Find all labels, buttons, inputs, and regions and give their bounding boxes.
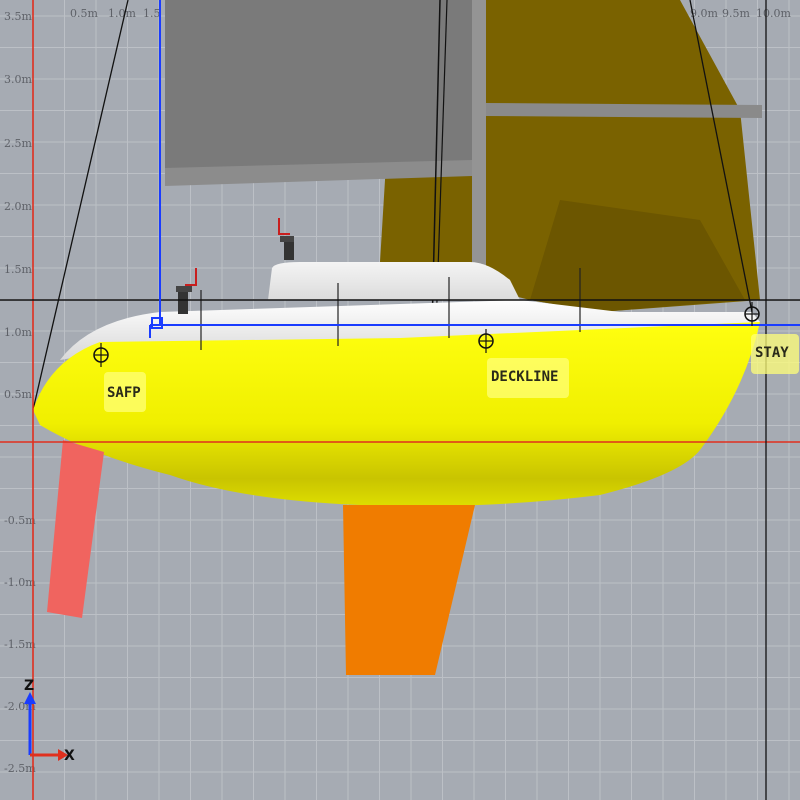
scene-canvas[interactable]: 0.5m 1.0m 1.5 9.0m 9.5m 10.0m 3.5m 3.0m … [0,0,800,800]
x-label: 0.5m [70,7,98,20]
mast[interactable] [472,0,486,268]
3d-viewport[interactable]: 0.5m 1.0m 1.5 9.0m 9.5m 10.0m 3.5m 3.0m … [0,0,800,800]
z-label: -1.0m [4,576,36,589]
z-label: 0.5m [4,388,32,401]
keel[interactable] [343,505,475,675]
x-axis-label: X [64,748,75,764]
winch-icon[interactable] [278,218,294,260]
safp-label: SAFP [107,385,141,401]
boom[interactable] [485,103,762,118]
z-axis-labels: 3.5m 3.0m 2.5m 2.0m 1.5m 1.0m 0.5m -0.5m… [4,10,36,775]
z-label: 3.0m [4,73,32,86]
z-label: 3.5m [4,10,32,23]
z-label: -1.5m [4,638,36,651]
x-label: 1.0m [108,7,136,20]
z-label: 2.0m [4,200,32,213]
z-label: 1.0m [4,326,32,339]
axis-gizmo: Z X [24,678,75,764]
rudder[interactable] [47,440,104,618]
deckline-label: DECKLINE [491,369,558,385]
z-label: -2.5m [4,762,36,775]
z-label: 1.5m [4,263,32,276]
hull[interactable] [33,322,760,507]
winch-icon[interactable] [176,268,197,314]
z-label: -0.5m [4,514,36,527]
z-label: 2.5m [4,137,32,150]
x-label: 9.0m [690,7,718,20]
x-label: 10.0m [756,7,791,20]
x-label: 1.5 [143,7,161,20]
z-axis-label: Z [24,678,34,694]
stay-point[interactable]: STAY [744,302,799,374]
x-label: 9.5m [722,7,750,20]
stay-label: STAY [755,345,789,361]
mainsail[interactable] [165,0,472,168]
cabin-top[interactable] [268,262,520,300]
